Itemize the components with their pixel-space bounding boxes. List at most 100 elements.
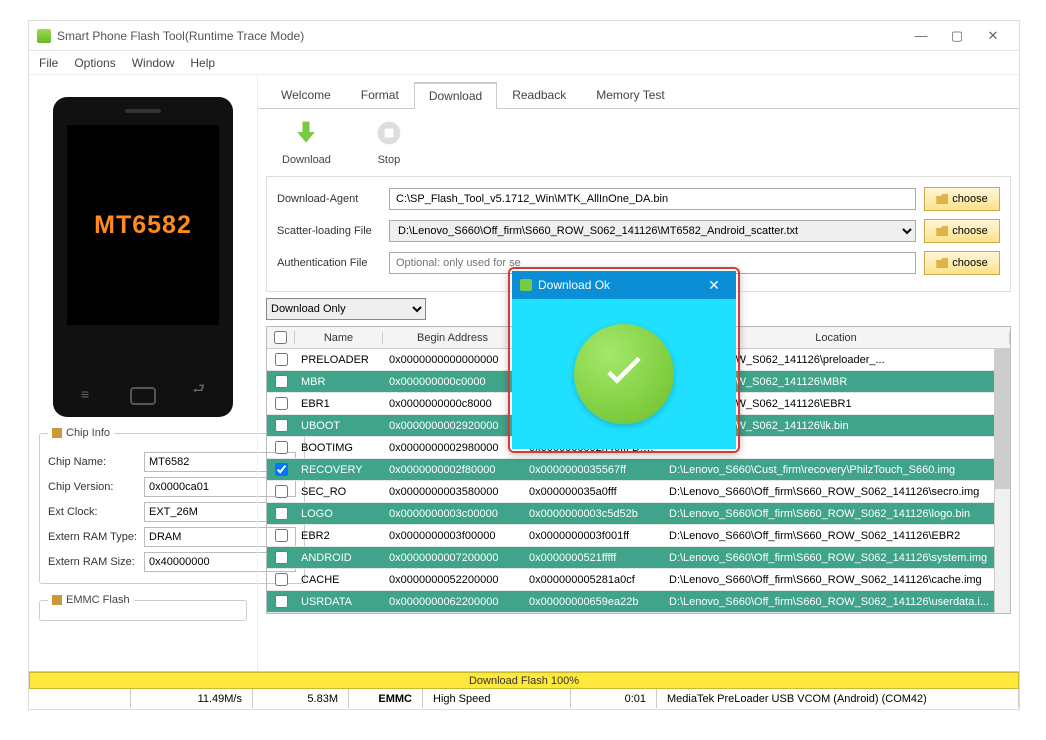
status-chip: EMMC	[349, 689, 423, 708]
tab-download[interactable]: Download	[414, 82, 497, 109]
dialog-icon	[520, 279, 532, 291]
cell-begin: 0x0000000002980000	[383, 442, 523, 454]
folder-icon	[936, 194, 948, 204]
dialog-close-button[interactable]: ✕	[700, 275, 728, 295]
menu-file[interactable]: File	[39, 56, 58, 70]
row-checkbox[interactable]	[275, 485, 288, 498]
auth-file-label: Authentication File	[277, 257, 389, 269]
download-ok-dialog: Download Ok ✕	[508, 267, 740, 453]
cell-begin: 0x0000000052200000	[383, 574, 523, 586]
close-button[interactable]: ✕	[975, 25, 1011, 47]
row-checkbox[interactable]	[275, 375, 288, 388]
window-title: Smart Phone Flash Tool(Runtime Trace Mod…	[57, 29, 304, 43]
cell-name: CACHE	[295, 574, 383, 586]
download-arrow-icon	[292, 119, 320, 150]
status-speed: 11.49M/s	[131, 689, 253, 708]
app-icon	[37, 29, 51, 43]
maximize-button[interactable]: ▢	[939, 25, 975, 47]
cell-end: 0x000000035a0fff	[523, 486, 663, 498]
chip-info-label: Chip Name:	[48, 456, 144, 468]
titlebar: Smart Phone Flash Tool(Runtime Trace Mod…	[29, 21, 1019, 51]
table-row[interactable]: CACHE 0x0000000052200000 0x000000005281a…	[267, 569, 1010, 591]
menubar: File Options Window Help	[29, 51, 1019, 75]
phone-home-icon	[130, 387, 156, 405]
cell-location: D:\Lenovo_S660\Off_firm\S660_ROW_S062_14…	[663, 508, 1010, 520]
row-checkbox[interactable]	[275, 529, 288, 542]
stop-button[interactable]: Stop	[375, 119, 403, 166]
col-name: Name	[295, 332, 383, 344]
row-checkbox[interactable]	[275, 419, 288, 432]
cell-name: SEC_RO	[295, 486, 383, 498]
cell-begin: 0x000000000c0000	[383, 376, 523, 388]
download-agent-label: Download-Agent	[277, 193, 389, 205]
cell-begin: 0x0000000003c00000	[383, 508, 523, 520]
table-row[interactable]: ANDROID 0x0000000007200000 0x0000000521f…	[267, 547, 1010, 569]
download-mode-select[interactable]: Download Only	[266, 298, 426, 320]
cell-name: MBR	[295, 376, 383, 388]
chip-info-label: Extern RAM Type:	[48, 531, 144, 543]
table-row[interactable]: LOGO 0x0000000003c00000 0x0000000003c5d5…	[267, 503, 1010, 525]
phone-speaker-icon	[125, 109, 161, 113]
tab-format[interactable]: Format	[346, 82, 414, 109]
cell-name: PRELOADER	[295, 354, 383, 366]
cell-begin: 0x0000000003f00000	[383, 530, 523, 542]
cell-name: ANDROID	[295, 552, 383, 564]
table-row[interactable]: RECOVERY 0x0000000002f80000 0x0000000035…	[267, 459, 1010, 481]
row-checkbox[interactable]	[275, 397, 288, 410]
cell-end: 0x0000000003c5d52b	[523, 508, 663, 520]
cell-end: 0x0000000035567ff	[523, 464, 663, 476]
status-empty	[29, 689, 131, 708]
cell-name: EBR2	[295, 530, 383, 542]
choose-agent-button[interactable]: choose	[924, 187, 1000, 211]
tab-memory-test[interactable]: Memory Test	[581, 82, 679, 109]
cell-begin: 0x0000000002f80000	[383, 464, 523, 476]
cell-location: D:\Lenovo_S660\Off_firm\S660_ROW_S062_14…	[663, 530, 1010, 542]
cell-end: 0x00000000659ea22b	[523, 596, 663, 608]
emmc-flash-panel: EMMC Flash	[39, 594, 247, 621]
choose-auth-button[interactable]: choose	[924, 251, 1000, 275]
row-checkbox[interactable]	[275, 573, 288, 586]
table-scrollbar[interactable]	[994, 349, 1010, 613]
cell-name: RECOVERY	[295, 464, 383, 476]
cell-location: D:\Lenovo_S660\Off_firm\S660_ROW_S062_14…	[663, 486, 1010, 498]
cell-name: BOOTIMG	[295, 442, 383, 454]
row-checkbox[interactable]	[275, 507, 288, 520]
select-all-checkbox[interactable]	[274, 331, 287, 344]
row-checkbox[interactable]	[275, 595, 288, 608]
scatter-file-select[interactable]: D:\Lenovo_S660\Off_firm\S660_ROW_S062_14…	[389, 220, 916, 242]
cell-location: D:\Lenovo_S660\Off_firm\S660_ROW_S062_14…	[663, 552, 1010, 564]
chip-info-label: Ext Clock:	[48, 506, 144, 518]
cell-begin: 0x0000000000000000	[383, 354, 523, 366]
chip-info-label: Extern RAM Size:	[48, 556, 144, 568]
row-checkbox[interactable]	[275, 441, 288, 454]
row-checkbox[interactable]	[275, 551, 288, 564]
cell-end: 0x0000000003f001ff	[523, 530, 663, 542]
menu-window[interactable]: Window	[132, 56, 175, 70]
cell-begin: 0x0000000002920000	[383, 420, 523, 432]
cell-location: D:\Lenovo_S660\Off_firm\S660_ROW_S062_14…	[663, 574, 1010, 586]
download-button[interactable]: Download	[282, 119, 331, 166]
tab-readback[interactable]: Readback	[497, 82, 581, 109]
download-agent-input[interactable]	[389, 188, 916, 210]
menu-help[interactable]: Help	[190, 56, 215, 70]
progress-bar: Download Flash 100%	[29, 672, 1019, 689]
flash-icon	[52, 595, 62, 605]
tab-bar: Welcome Format Download Readback Memory …	[258, 81, 1019, 109]
row-checkbox[interactable]	[275, 353, 288, 366]
cell-name: EBR1	[295, 398, 383, 410]
table-row[interactable]: USRDATA 0x0000000062200000 0x00000000659…	[267, 591, 1010, 613]
tab-welcome[interactable]: Welcome	[266, 82, 346, 109]
status-device: MediaTek PreLoader USB VCOM (Android) (C…	[657, 689, 1019, 708]
phone-preview: MT6582 ≡ ⮐	[53, 97, 233, 417]
phone-back-icon: ⮐	[192, 378, 205, 402]
row-checkbox[interactable]	[275, 463, 288, 476]
minimize-button[interactable]: —	[903, 25, 939, 47]
table-row[interactable]: SEC_RO 0x0000000003580000 0x000000035a0f…	[267, 481, 1010, 503]
success-check-icon	[574, 324, 674, 424]
menu-options[interactable]: Options	[74, 56, 115, 70]
cell-name: UBOOT	[295, 420, 383, 432]
table-row[interactable]: EBR2 0x0000000003f00000 0x0000000003f001…	[267, 525, 1010, 547]
col-begin: Begin Address	[383, 332, 523, 344]
cell-begin: 0x0000000007200000	[383, 552, 523, 564]
choose-scatter-button[interactable]: choose	[924, 219, 1000, 243]
